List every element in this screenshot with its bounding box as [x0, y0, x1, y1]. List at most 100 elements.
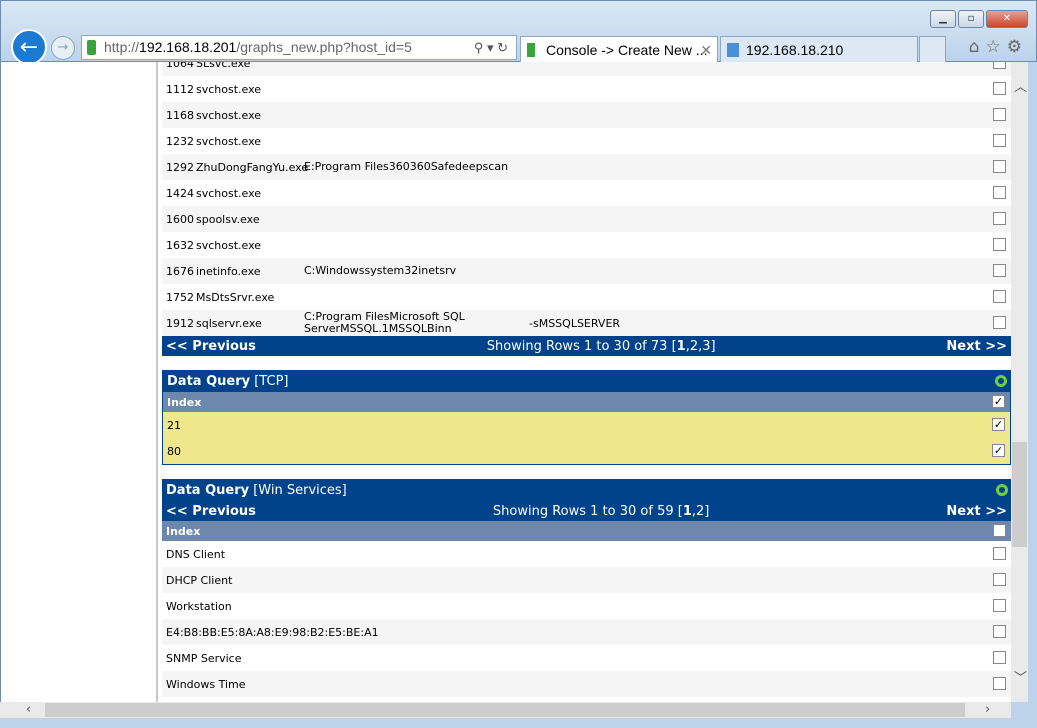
pid: 1600 [166, 212, 194, 226]
pid: 1424 [166, 186, 194, 200]
process-name: svchost.exe [196, 82, 262, 96]
row-checkbox[interactable] [993, 160, 1006, 173]
process-args: -sMSSQLSERVER [529, 316, 621, 330]
reload-icon[interactable] [996, 484, 1008, 496]
process-path: C:Windowssystem32inetsrv [304, 264, 457, 277]
services-pagination: << Previous Showing Rows 1 to 30 of 59 [… [162, 501, 1011, 521]
tcp-row[interactable]: 21 ✓ [163, 412, 1010, 438]
next-link[interactable]: Next >> [946, 339, 1007, 354]
process-row[interactable]: 1600 spoolsv.exe [162, 206, 1011, 232]
pid: 1064 [166, 62, 194, 70]
page-viewport: 1064 SLsvc.exe 1112 svchost.exe 1168 svc… [0, 62, 1011, 702]
process-row[interactable]: 1424 svchost.exe [162, 180, 1011, 206]
process-name: MsDtsSrvr.exe [196, 290, 275, 304]
service-row[interactable]: DHCP Client [162, 567, 1011, 593]
back-button[interactable]: ← [11, 29, 47, 65]
row-checkbox[interactable] [993, 212, 1006, 225]
row-checkbox[interactable] [993, 134, 1006, 147]
process-row[interactable]: 1912 sqlservr.exe C:Program FilesMicroso… [162, 310, 1011, 336]
process-row[interactable]: 1064 SLsvc.exe [162, 62, 1011, 76]
site-icon [87, 40, 96, 55]
row-checkbox[interactable] [993, 573, 1006, 586]
process-row[interactable]: 1232 svchost.exe [162, 128, 1011, 154]
close-tab-icon[interactable]: ✕ [700, 37, 712, 63]
home-favorites-settings-icons[interactable]: ⌂☆⚙ [969, 37, 1028, 57]
process-row[interactable]: 1112 svchost.exe [162, 76, 1011, 102]
previous-link[interactable]: << Previous [166, 504, 256, 519]
index-value: 21 [167, 418, 181, 432]
previous-link[interactable]: << Previous [166, 339, 256, 354]
process-name: svchost.exe [196, 134, 262, 148]
rows-info: Showing Rows 1 to 30 of 59 [1,2] [492, 503, 710, 519]
select-all-checkbox[interactable] [993, 524, 1006, 537]
close-button[interactable]: ✕ [986, 10, 1028, 28]
horizontal-scrollbar[interactable]: ‹ › [0, 702, 1011, 718]
process-name: ZhuDongFangYu.exe [196, 160, 309, 174]
new-tab-button[interactable] [919, 36, 946, 63]
url-path: /graphs_new.php?host_id=5 [236, 39, 412, 55]
next-link[interactable]: Next >> [946, 504, 1007, 519]
service-row[interactable]: E4:B8:BB:E5:8A:A8:E9:98:B2:E5:BE:A1 [162, 619, 1011, 645]
row-checkbox[interactable] [993, 677, 1006, 690]
minimize-button[interactable]: ▁ [930, 10, 956, 28]
tcp-query-panel: Data Query [TCP] Index ✓ 21 ✓ 80 ✓ [162, 370, 1011, 465]
process-name: spoolsv.exe [196, 212, 260, 226]
row-checkbox[interactable] [993, 186, 1006, 199]
reload-icon[interactable] [995, 375, 1007, 387]
row-checkbox[interactable] [993, 316, 1006, 329]
row-checkbox[interactable] [993, 547, 1006, 560]
search-refresh-icons[interactable]: ⚲ ▾ ↻ [474, 36, 508, 59]
service-row[interactable]: DNS Client [162, 541, 1011, 567]
panel-tag: [Win Services] [253, 482, 347, 498]
index-header: Index [167, 395, 202, 409]
row-checkbox[interactable]: ✓ [992, 444, 1005, 457]
process-row[interactable]: 1292 ZhuDongFangYu.exe E:Program Files36… [162, 154, 1011, 180]
maximize-button[interactable]: ▫ [958, 10, 984, 28]
process-row[interactable]: 1752 MsDtsSrvr.exe [162, 284, 1011, 310]
row-checkbox[interactable] [993, 290, 1006, 303]
process-name: svchost.exe [196, 238, 262, 252]
cacti-icon [527, 43, 535, 57]
panel-title: Data Query [166, 482, 250, 498]
tab-192-168-18-210[interactable]: 192.168.18.210 [720, 36, 918, 63]
row-checkbox[interactable] [993, 238, 1006, 251]
pid: 1632 [166, 238, 194, 252]
pid: 1232 [166, 134, 194, 148]
row-checkbox[interactable] [993, 264, 1006, 277]
row-checkbox[interactable] [993, 651, 1006, 664]
process-path: C:Program FilesMicrosoft SQL ServerMSSQL… [304, 310, 465, 335]
process-row[interactable]: 1676 inetinfo.exe C:Windowssystem32inets… [162, 258, 1011, 284]
tcp-row[interactable]: 80 ✓ [163, 438, 1010, 464]
row-checkbox[interactable] [993, 625, 1006, 638]
index-value: Workstation [166, 599, 232, 613]
pid: 1292 [166, 160, 194, 174]
panel-title: Data Query [167, 373, 251, 389]
index-header: Index [166, 524, 201, 538]
row-checkbox[interactable] [993, 62, 1006, 69]
service-row[interactable]: Workstation [162, 593, 1011, 619]
index-value: Windows Time [166, 677, 246, 691]
url-prefix: http:// [104, 39, 140, 55]
process-name: svchost.exe [196, 108, 262, 122]
select-all-checkbox[interactable]: ✓ [992, 395, 1005, 408]
row-checkbox[interactable]: ✓ [992, 418, 1005, 431]
vertical-scrollbar[interactable]: ︿ ﹀ [1011, 62, 1028, 702]
tab-console[interactable]: Console -> Create New ... ✕ [520, 36, 718, 63]
forward-button[interactable]: → [51, 36, 75, 60]
process-name: SLsvc.exe [196, 62, 251, 70]
win-services-query-panel: Data Query [Win Services] << Previous Sh… [162, 479, 1011, 697]
pid: 1752 [166, 290, 194, 304]
row-checkbox[interactable] [993, 108, 1006, 121]
url-host: 192.168.18.201 [139, 39, 237, 55]
row-checkbox[interactable] [993, 599, 1006, 612]
pid: 1676 [166, 264, 194, 278]
service-row[interactable]: SNMP Service [162, 645, 1011, 671]
process-row[interactable]: 1632 svchost.exe [162, 232, 1011, 258]
service-row[interactable]: Windows Time [162, 671, 1011, 697]
left-panel [1, 62, 158, 702]
tab-label: 192.168.18.210 [746, 42, 844, 58]
row-checkbox[interactable] [993, 82, 1006, 95]
process-row[interactable]: 1168 svchost.exe [162, 102, 1011, 128]
address-bar[interactable]: http://192.168.18.201/graphs_new.php?hos… [81, 35, 517, 60]
index-value: E4:B8:BB:E5:8A:A8:E9:98:B2:E5:BE:A1 [166, 625, 379, 639]
